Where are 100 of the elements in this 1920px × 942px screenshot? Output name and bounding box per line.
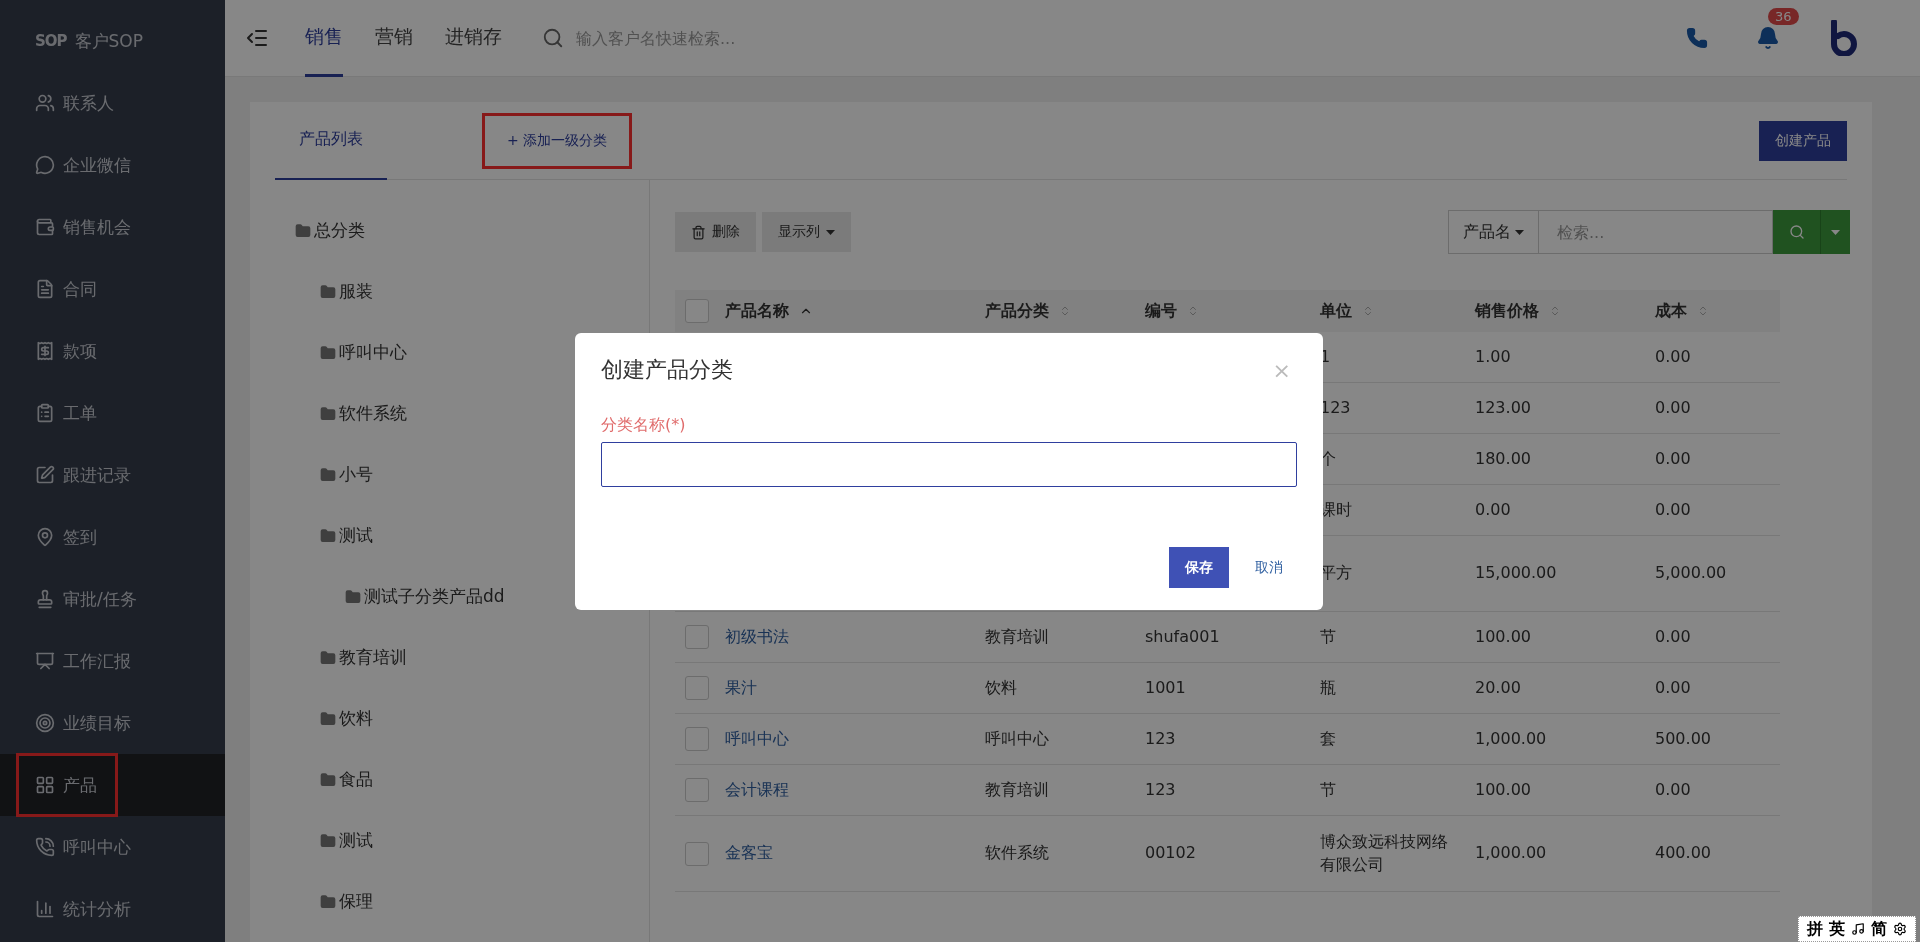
nav-tab[interactable]: 进销存 — [445, 0, 502, 77]
table-cell-text: 瓶 — [1320, 676, 1336, 699]
receipt-icon — [35, 341, 55, 361]
table-cell-text: 0.00 — [1475, 498, 1511, 521]
save-button[interactable]: 保存 — [1169, 547, 1229, 588]
column-header[interactable]: 产品分类 — [985, 300, 1049, 322]
column-header[interactable]: 编号 — [1145, 300, 1177, 322]
folder-icon — [320, 832, 336, 849]
modal-title: 创建产品分类 — [601, 356, 733, 384]
music-note-icon[interactable] — [1851, 922, 1865, 936]
column-header[interactable]: 单位 — [1320, 300, 1352, 322]
cancel-button[interactable]: 取消 — [1241, 547, 1297, 588]
sidebar-item[interactable]: 合同 — [0, 258, 225, 320]
sidebar-item[interactable]: 统计分析 — [0, 878, 225, 940]
sidebar-item[interactable]: 款项 — [0, 320, 225, 382]
sidebar-item[interactable]: 销售机会 — [0, 196, 225, 258]
sidebar-label: 工作汇报 — [63, 649, 131, 673]
delete-button[interactable]: 删除 — [675, 212, 756, 252]
tree-item[interactable]: 保理 — [339, 890, 373, 913]
checkbox[interactable] — [685, 299, 709, 323]
product-link[interactable]: 果汁 — [725, 676, 757, 700]
checkbox[interactable] — [685, 676, 709, 700]
search-button[interactable] — [1773, 210, 1820, 254]
sidebar-label: 企业微信 — [63, 153, 131, 177]
nav-tab[interactable]: 销售 — [305, 0, 343, 77]
folder-icon — [320, 405, 336, 422]
column-header[interactable]: 产品名称 — [725, 300, 789, 322]
sidebar-item[interactable]: 签到 — [0, 506, 225, 568]
checkbox[interactable] — [685, 625, 709, 649]
document-icon — [35, 279, 55, 299]
product-list-tab[interactable]: 产品列表 — [275, 101, 387, 180]
table-cell-text: 套 — [1320, 727, 1336, 750]
table-cell-text: 0.00 — [1655, 396, 1691, 419]
tree-item[interactable]: 测试 — [339, 524, 373, 547]
tree-item[interactable]: 呼叫中心 — [339, 341, 407, 364]
ime-mode-text[interactable]: 拼 — [1807, 918, 1823, 940]
sidebar-item[interactable]: 工作汇报 — [0, 630, 225, 692]
stamp-icon — [35, 589, 55, 609]
target-icon — [35, 713, 55, 733]
table-cell-text: 100.00 — [1475, 625, 1531, 648]
sidebar-item[interactable]: 工单 — [0, 382, 225, 444]
folder-icon — [320, 710, 336, 727]
search-options-button[interactable] — [1820, 210, 1850, 254]
field-label: 分类名称(*) — [601, 415, 687, 436]
tree-item[interactable]: 测试子分类产品dd — [364, 585, 505, 608]
presentation-icon — [35, 651, 55, 671]
caret-icon — [1515, 229, 1524, 235]
tree-item[interactable]: 食品 — [339, 768, 373, 791]
product-link[interactable]: 会计课程 — [725, 778, 789, 802]
add-category-button[interactable]: + 添加一级分类 — [482, 112, 633, 169]
nav-tab[interactable]: 营销 — [375, 0, 413, 77]
sidebar-label: 审批/任务 — [63, 587, 137, 611]
clipboard-icon — [35, 403, 55, 423]
table-cell-text: 博众致远科技网络有限公司 — [1320, 831, 1449, 876]
sidebar-item[interactable]: 审批/任务 — [0, 568, 225, 630]
ime-language-text[interactable]: 英 — [1829, 918, 1845, 940]
column-header[interactable]: 销售价格 — [1475, 300, 1539, 322]
product-link[interactable]: 呼叫中心 — [725, 727, 789, 751]
checkbox[interactable] — [685, 727, 709, 751]
search-icon — [1788, 224, 1805, 240]
sidebar-label: 统计分析 — [63, 897, 131, 921]
checkbox[interactable] — [685, 778, 709, 802]
sidebar-item[interactable]: 企业微信 — [0, 134, 225, 196]
sidebar-item[interactable]: 联系人 — [0, 72, 225, 134]
sidebar-label: 联系人 — [63, 91, 114, 115]
tree-item[interactable]: 饮料 — [339, 707, 373, 730]
tree-item[interactable]: 服装 — [339, 280, 373, 303]
ime-script-text[interactable]: 简 — [1871, 918, 1887, 940]
bell-icon[interactable] — [1756, 26, 1780, 50]
product-link[interactable]: 初级书法 — [725, 625, 789, 649]
checkbox[interactable] — [685, 841, 709, 866]
phone-icon[interactable] — [1686, 27, 1708, 49]
table-cell-text: 1,000.00 — [1475, 727, 1547, 750]
sidebar-item[interactable]: 产品 — [0, 754, 225, 816]
product-link[interactable]: 金客宝 — [725, 842, 773, 865]
sidebar-label: 销售机会 — [63, 215, 131, 239]
table-cell-text: 教育培训 — [985, 625, 1049, 648]
create-product-button[interactable]: 创建产品 — [1759, 120, 1847, 161]
bar-chart-icon — [35, 899, 55, 919]
tree-item[interactable]: 软件系统 — [339, 402, 407, 425]
category-name-input[interactable] — [601, 442, 1297, 487]
field-select[interactable]: 产品名 — [1448, 210, 1539, 254]
settings-icon[interactable] — [1893, 922, 1907, 936]
table-cell-text: 饮料 — [985, 676, 1017, 699]
table-cell-text: 0.00 — [1655, 676, 1691, 699]
tree-item[interactable]: 教育培训 — [339, 646, 407, 669]
folder-icon — [320, 649, 336, 666]
tree-item[interactable]: 总分类 — [314, 219, 365, 242]
tree-item[interactable]: 测试 — [339, 829, 373, 852]
table-cell-text: 180.00 — [1475, 447, 1531, 470]
sidebar-item[interactable]: SOP 客户SOP — [0, 10, 225, 72]
sidebar-label: 合同 — [63, 277, 97, 301]
columns-dropdown[interactable]: 显示列 — [762, 212, 851, 252]
sidebar-item[interactable]: 跟进记录 — [0, 444, 225, 506]
folder-icon — [320, 466, 336, 483]
folder-icon — [295, 222, 311, 239]
table-cell-text: 1001 — [1145, 676, 1186, 699]
tree-item[interactable]: 小号 — [339, 463, 373, 486]
column-header[interactable]: 成本 — [1655, 300, 1687, 322]
folder-icon — [320, 283, 336, 300]
